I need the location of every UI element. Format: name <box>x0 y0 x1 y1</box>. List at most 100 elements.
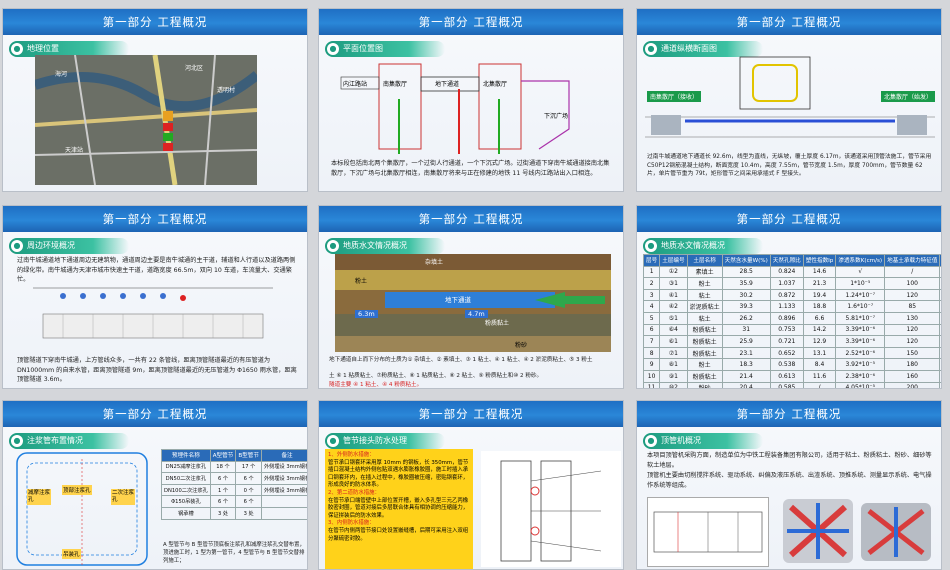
table-cell: 0.538 <box>769 358 804 371</box>
table-cell: ⑩2 <box>659 381 688 388</box>
table-cell: 9 <box>642 358 661 371</box>
table-cell: 6 <box>642 323 661 337</box>
soil-table: 层号 土层编号 土层名称 天然含水量W(%) 天然孔隙比 塑性指数Ip 渗透系数K(cm/s… <box>642 254 941 388</box>
column-header: 预埋件名称 <box>161 449 211 462</box>
table-row: 7⑥1粉质粘土25.90.72112.93.39*10⁻⁶120弱透水 <box>642 335 941 348</box>
table-cell: √ <box>835 265 886 279</box>
table-cell: 18.8 <box>802 300 837 313</box>
table-cell: 28.5 <box>721 265 771 279</box>
slide-8[interactable]: 第一部分 工程概况 ● 管节接头防水处理 1、外侧防水措施： 管节承口钢套环采用厚… <box>318 400 624 570</box>
geology-profile: 杂填土 粉土 地下通道 粉质黏土 6.3m 4.7m 粉砂 <box>335 254 611 352</box>
grout-label: 二次注浆孔 <box>111 489 135 505</box>
plan-caption: 本标段包括南北两个集散厅，一个过街人行通道，一个下沉式广场。过街通道下穿南牛城通… <box>331 160 610 177</box>
table-cell: 5.81*10⁻⁷ <box>835 311 886 325</box>
waterproof-item: 在管节承口端管壁中上部位置开槽，嵌入多孔型三元乙丙橡胶密封圈，管道对接后多层联合… <box>328 497 469 519</box>
table-cell: DN50二次注浆孔 <box>161 472 211 485</box>
table-cell: 5 <box>642 311 661 325</box>
table-cell: 17 个 <box>235 460 262 474</box>
table-cell: 钢承槽 <box>161 506 211 520</box>
table-cell: 180 <box>884 358 941 371</box>
table-cell: 6 个 <box>209 472 237 485</box>
table-cell: 130 <box>884 311 941 325</box>
bullet-icon: ● <box>327 43 339 55</box>
table-cell: 39.3 <box>721 300 771 313</box>
column-header: 层号 <box>642 254 661 267</box>
table-cell: 25.9 <box>721 335 771 348</box>
section-tag: ● 地质水文情况概况 <box>643 238 763 254</box>
bullet-icon: ● <box>11 435 23 447</box>
waterproof-item: 3、内侧防水措施： <box>328 520 375 527</box>
table-cell: 3.92*10⁻⁵ <box>835 358 886 371</box>
slide-2[interactable]: 第一部分 工程概况 ● 平面位置图 内江路站 南集散厅 地下通道 北集散厅 下沉广… <box>318 8 624 192</box>
table-cell: 120 <box>884 323 941 337</box>
section-tag: ● 地质水文情况概况 <box>325 238 445 254</box>
column-header: 透水性 <box>939 254 941 267</box>
column-header: 塑性指数Ip <box>802 254 837 267</box>
column-header: 土层名称 <box>686 254 723 267</box>
depth-badge: 4.7m <box>465 310 488 318</box>
column-header: 地基土承载力特征值 <box>884 254 941 267</box>
table-row: 3④1粘土30.20.87219.41.24*10⁻⁷120不透水 <box>642 288 941 302</box>
map-drawing <box>33 54 261 186</box>
map-label: 透明村 <box>217 87 236 94</box>
table-cell: 0 个 <box>235 483 262 497</box>
table-cell: 21.3 <box>802 277 837 290</box>
table-cell: 不透水 <box>939 288 941 302</box>
table-row: DN100二次注浆孔 1 个0 个外侧埋设 3mm钢板 <box>161 483 307 497</box>
table-cell: 0.721 <box>769 335 804 348</box>
table-row: Φ150吊装孔 6 个6 个 <box>161 495 307 508</box>
geology-label: 杂填土 <box>425 259 444 266</box>
table-cell: 外侧埋设 3mm钢板 <box>260 483 307 497</box>
waterproof-item: 管节承口钢套环采用厚 10mm 的钢板，长 350mm，管节插口混凝土结构外侧包… <box>328 459 469 489</box>
slide-6[interactable]: 第一部分 工程概况 ● 地质水文情况概况 层号 土层编号 土层名称 天然含水量W(%) 天… <box>636 205 942 389</box>
slide-header: 第一部分 工程概况 <box>3 9 307 35</box>
slide-5[interactable]: 第一部分 工程概况 ● 地质水文情况概况 杂填土 粉土 地下通道 粉质黏土 6.3… <box>318 205 624 389</box>
column-header: 土层编号 <box>659 254 688 267</box>
launching-hall-badge: 北集散厅（始发） <box>881 91 935 102</box>
table-cell: 1.6*10⁻⁷ <box>835 300 886 313</box>
table-cell: 2.38*10⁻⁶ <box>835 369 886 383</box>
table-cell: Φ150吊装孔 <box>161 495 211 508</box>
slide-header: 第一部分 工程概况 <box>637 9 941 35</box>
column-header: 渗透系数K(cm/s) <box>835 254 886 267</box>
table-cell: 7 <box>642 335 661 348</box>
geology-caption: 土 ⑥ 1 粘质粘土、⑦粉质粘土、⑧ 1 粘质粘土、⑧ 2 粘土、⑨ 粉质粘土和… <box>329 373 543 379</box>
table-cell: 18.3 <box>721 358 771 371</box>
map-label: 河北区 <box>185 65 204 72</box>
section-tag: ● 平面位置图 <box>325 41 445 57</box>
slide-9[interactable]: 第一部分 工程概况 ● 顶管机概况 本项目顶管机采购方面，制造单位为中铁工程装备集… <box>636 400 942 570</box>
table-cell: 35.9 <box>721 277 771 290</box>
table-cell: 6.6 <box>802 311 837 325</box>
table-cell: 19.4 <box>802 288 837 302</box>
table-cell: 4.05*10⁻⁵ <box>835 381 886 388</box>
slide-3[interactable]: 第一部分 工程概况 ● 通道纵横断面图 南集散厅（接收） 北集散厅（始发） 过南牛… <box>636 8 942 192</box>
table-cell: DN100二次注浆孔 <box>161 483 211 497</box>
geology-label: 粉土 <box>355 278 368 285</box>
machine-schematic <box>653 511 763 553</box>
table-row: 9⑧1粉土18.30.5388.43.92*10⁻⁵180弱透水 <box>642 358 941 371</box>
table-row: 5⑤1粘土26.20.8966.65.81*10⁻⁷130弱透水 <box>642 311 941 325</box>
slide-1[interactable]: 第一部分 工程概况 ● 地理位置 透明村 河北区 天津站 海河 <box>2 8 308 192</box>
waterproof-panel: 1、外侧防水措施： 管节承口钢套环采用厚 10mm 的钢板，长 350mm，管节… <box>325 449 473 569</box>
table-row: DN25减摩注浆孔 18 个 17 个外侧埋设 3mm钢板 <box>161 460 307 474</box>
plan-diagram: 内江路站 南集散厅 地下通道 北集散厅 下沉广场 <box>339 59 609 154</box>
pipeline-drawing <box>33 287 273 339</box>
table-row: 11⑩2粉砂20.40.585/4.05*10⁻⁵200弱透水 <box>642 381 941 388</box>
geology-label: 粉质黏土 <box>485 320 510 327</box>
table-cell: 粉质粘土 <box>686 335 723 348</box>
table-cell: 粉砂 <box>686 381 723 388</box>
table-cell: 0.585 <box>769 381 804 388</box>
plan-label: 内江路站 <box>343 81 368 88</box>
table-cell <box>260 506 307 520</box>
pipeline-caption: 顶管隧道下穿南牛城通，上方管线众多，一共有 22 条管线，距离顶管隧道最近的有压… <box>17 357 297 383</box>
table-cell: 20.4 <box>721 381 771 388</box>
table-row: 4④2淤泥质粘土39.31.13318.81.6*10⁻⁷85不透水 <box>642 300 941 313</box>
table-cell: 1*10⁻⁵ <box>835 277 886 290</box>
table-cell: 11 <box>642 381 661 388</box>
table-cell: 100 <box>884 277 941 290</box>
joint-detail <box>481 451 621 567</box>
slide-7[interactable]: 第一部分 工程概况 ● 注浆管布置情况 减摩注浆孔 顶部注浆孔 二次注浆孔 吊装孔… <box>2 400 308 570</box>
section-tag: ● 周边环境概况 <box>9 238 129 254</box>
slide-header: 第一部分 工程概况 <box>319 206 623 232</box>
slide-4[interactable]: 第一部分 工程概况 ● 周边环境概况 过南牛城通道地下通道周边无建筑物，通道周边主… <box>2 205 308 389</box>
